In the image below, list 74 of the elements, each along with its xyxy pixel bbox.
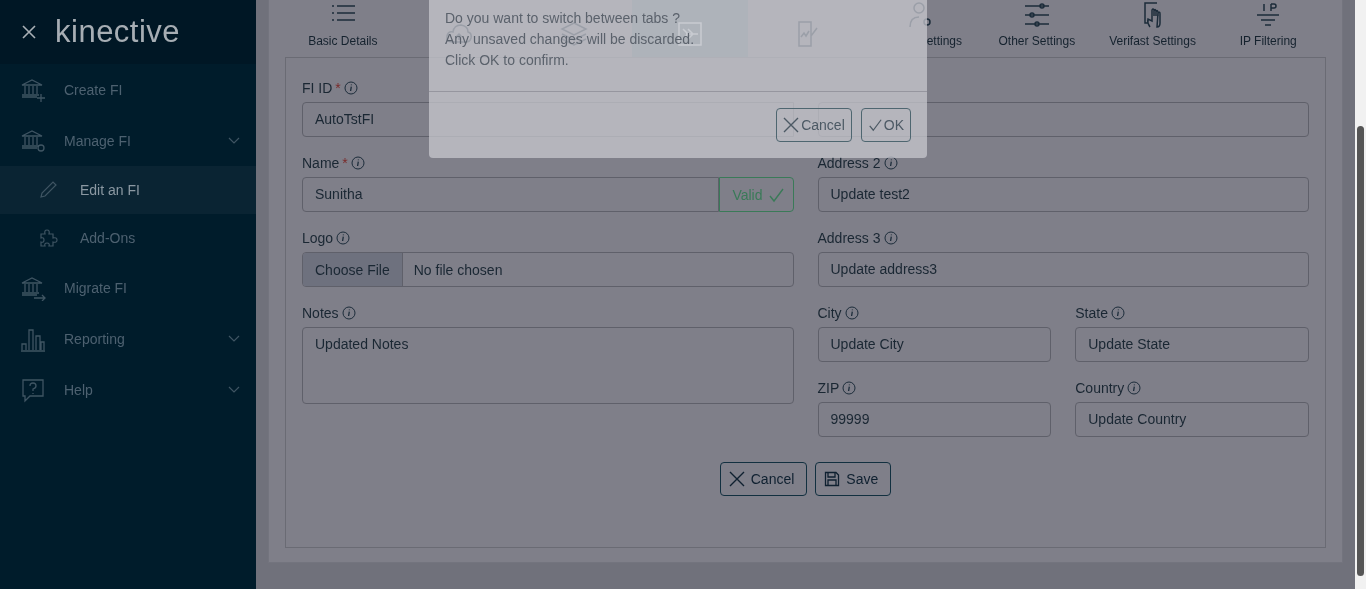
required-mark: * — [342, 155, 348, 171]
nav-sub-item[interactable]: Edit an FI — [0, 166, 256, 214]
valid-badge: Valid — [719, 177, 794, 212]
nav-item[interactable]: Create FI — [0, 64, 256, 115]
input-field[interactable]: Update Country — [1075, 402, 1309, 437]
dialog-message: Any unsaved changes will be discarded. — [445, 30, 696, 49]
ok-button[interactable]: OK — [860, 108, 911, 142]
info-icon[interactable] — [350, 156, 365, 170]
info-icon[interactable] — [1127, 381, 1142, 395]
close-icon — [783, 117, 800, 133]
chevron-down-icon[interactable] — [228, 334, 240, 343]
field-label: Logo — [302, 230, 334, 246]
field-label: Notes — [302, 305, 339, 321]
field-label: ZIP — [817, 380, 840, 396]
info-icon[interactable] — [883, 156, 898, 170]
nav-item[interactable]: Reporting — [0, 313, 256, 364]
nav-item[interactable]: Help — [0, 364, 256, 415]
input-field[interactable]: Sunitha — [302, 177, 720, 212]
info-icon[interactable] — [336, 231, 351, 245]
nav-label: Manage FI — [64, 132, 132, 149]
nav-label: Edit an FI — [80, 182, 140, 198]
close-icon — [728, 471, 745, 487]
dialog-message: Do you want to switch between tabs ? — [445, 9, 682, 28]
nav-item[interactable]: Migrate FI — [0, 262, 256, 313]
info-icon[interactable] — [844, 306, 859, 320]
nav-label: Create FI — [64, 81, 124, 98]
choose-file-button[interactable]: Choose File — [303, 253, 403, 286]
required-mark: * — [335, 80, 341, 96]
tab[interactable]: Other Settings — [979, 0, 1095, 57]
nav-label: Migrate FI — [64, 279, 128, 296]
cancel-button[interactable]: Cancel — [719, 462, 808, 496]
input-field[interactable]: 99999 — [817, 402, 1052, 437]
info-icon[interactable] — [842, 381, 857, 395]
nav-sub-item[interactable]: Add-Ons — [0, 214, 256, 262]
nav-label: Add-Ons — [80, 230, 136, 246]
chevron-down-icon[interactable] — [228, 136, 240, 145]
puzzle-icon — [38, 228, 58, 248]
pencil-icon — [38, 180, 58, 200]
input-field[interactable]: Update City — [817, 327, 1052, 362]
info-icon[interactable] — [1110, 306, 1125, 320]
info-icon[interactable] — [883, 231, 898, 245]
input-field[interactable]: Update test2 — [817, 177, 1309, 212]
sliders-icon — [1022, 1, 1051, 29]
cancel-button[interactable]: Cancel — [776, 108, 852, 142]
save-icon — [824, 471, 841, 487]
field-label: Address 2 — [817, 155, 881, 171]
tab[interactable]: Verifast Settings — [1094, 0, 1211, 57]
help-icon — [20, 376, 46, 403]
field-label: Address 3 — [817, 230, 881, 246]
nav-label: Help — [64, 381, 94, 398]
input-field[interactable]: Update State — [1075, 327, 1309, 362]
input-field[interactable]: Update address3 — [817, 252, 1309, 287]
file-field[interactable]: Choose File No file chosen — [302, 252, 794, 287]
info-icon[interactable] — [341, 306, 356, 320]
tab[interactable]: Basic Details — [285, 0, 401, 57]
field-label: Name — [302, 155, 340, 171]
field-label: Country — [1075, 380, 1125, 396]
info-icon[interactable] — [343, 81, 358, 95]
dialog-message: Click OK to confirm. — [445, 51, 570, 70]
nav-label: Reporting — [64, 330, 126, 347]
field-label: City — [817, 305, 842, 321]
notes-field[interactable]: Updated Notes — [302, 327, 794, 404]
close-icon[interactable] — [21, 24, 37, 40]
field-label: State — [1075, 305, 1108, 321]
nav-item[interactable]: Manage FI — [0, 115, 256, 166]
scrollbar[interactable] — [1355, 0, 1366, 589]
logo: kinective — [55, 14, 181, 50]
save-button[interactable]: Save — [815, 462, 892, 496]
check-icon — [867, 118, 882, 132]
check-icon — [767, 186, 784, 203]
field-label: FI ID — [302, 80, 333, 96]
file-name: No file chosen — [412, 261, 503, 278]
tab[interactable]: IP Filtering — [1210, 0, 1327, 57]
chevron-down-icon[interactable] — [228, 385, 240, 394]
